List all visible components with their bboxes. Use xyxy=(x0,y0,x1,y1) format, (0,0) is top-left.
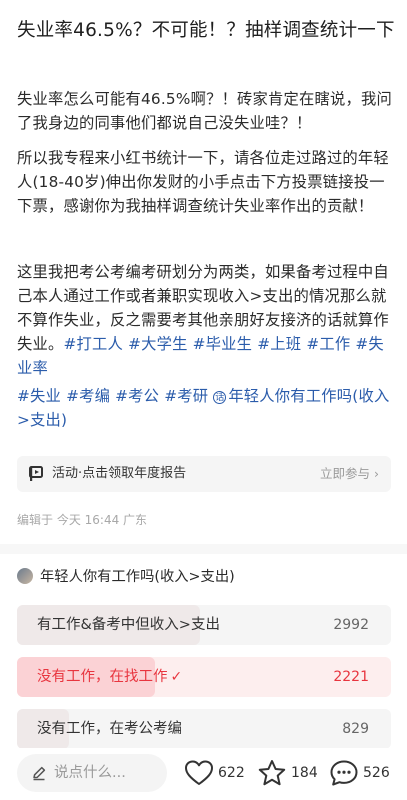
post-title: 失业率46.5%？不可能！？抽样调查统计一下 xyxy=(17,20,395,41)
hashtag-line: #失业 #考编 #考公 #考研 话年轻人你有工作吗(收入>支出) xyxy=(17,384,395,432)
hashtag-a-3[interactable]: #毕业生 xyxy=(193,335,253,353)
bottom-action-bar: 说点什么... 622 184 526 xyxy=(0,748,407,800)
activity-text: 活动·点击领取年度报告 xyxy=(52,466,187,481)
post-paragraph-2: 所以我专程来小红书统计一下，请各位走过路过的年轻人(18-40岁)伸出你发财的小… xyxy=(17,149,389,215)
poll-option-3[interactable]: 没有工作，在考公考编 829 xyxy=(17,709,391,749)
hashtag-b-4[interactable]: #考研 xyxy=(164,387,208,405)
favorite-count: 184 xyxy=(291,765,318,781)
poll-option-2-label: 没有工作，在找工作 xyxy=(37,669,168,685)
hashtag-b-2[interactable]: #考编 xyxy=(66,387,110,405)
hashtag-a-5[interactable]: #工作 xyxy=(306,335,350,353)
hashtag-list-inline: #打工人 #大学生 #毕业生 #上班 #工作 #失业率 xyxy=(17,335,384,377)
poll-option-2-label-wrap: 没有工作，在找工作 ✓ xyxy=(37,657,182,697)
check-icon: ✓ xyxy=(170,669,183,685)
comment-input[interactable]: 说点什么... xyxy=(17,754,167,792)
poll-option-2-count: 2221 xyxy=(333,669,369,685)
poll-option-1[interactable]: 有工作&备考中但收入>支出 2992 xyxy=(17,605,391,645)
like-count: 622 xyxy=(218,765,245,781)
comment-placeholder: 说点什么... xyxy=(54,765,126,781)
post-paragraph-3: 这里我把考公考编考研划分为两类，如果备考过程中自己本人通过工作或者兼职实现收入>… xyxy=(17,260,395,380)
hashtag-b-3[interactable]: #考公 xyxy=(115,387,159,405)
heart-icon xyxy=(185,760,213,785)
poll-avatar xyxy=(17,568,33,584)
hashtag-a-1[interactable]: #打工人 xyxy=(64,335,124,353)
hashtag-list-line2: #失业 #考编 #考公 #考研 xyxy=(17,387,213,405)
poll-title: 年轻人你有工作吗(收入>支出) xyxy=(40,569,235,585)
hashtag-a-2[interactable]: #大学生 xyxy=(128,335,188,353)
comment-count: 526 xyxy=(363,765,390,781)
poll-option-1-label: 有工作&备考中但收入>支出 xyxy=(37,617,220,633)
pen-icon xyxy=(33,766,46,781)
poll-option-2[interactable]: 没有工作，在找工作 ✓ 2221 xyxy=(17,657,391,697)
poll-header: 年轻人你有工作吗(收入>支出) xyxy=(17,567,387,587)
hashtag-b-1[interactable]: #失业 xyxy=(17,387,61,405)
comment-bubble-icon xyxy=(330,760,358,786)
poll-option-3-count: 829 xyxy=(342,721,369,737)
poll-option-3-label: 没有工作，在考公考编 xyxy=(37,721,182,737)
section-divider xyxy=(0,544,407,554)
activity-cta-label: 立即参与 xyxy=(320,466,371,481)
edit-meta: 编辑于 今天 16:44 广东 xyxy=(17,513,148,527)
post-paragraph-1: 失业率怎么可能有46.5%啊？！砖家肯定在瞎说，我问了我身边的同事他们都说自己没… xyxy=(17,90,393,132)
topic-icon: 话 xyxy=(213,391,227,404)
activity-bar[interactable]: 活动·点击领取年度报告 立即参与 › xyxy=(17,456,391,492)
activity-join-button[interactable]: 立即参与 › xyxy=(320,456,379,492)
chevron-right-icon: › xyxy=(374,466,379,481)
star-icon xyxy=(258,760,286,786)
hashtag-a-4[interactable]: #上班 xyxy=(257,335,301,353)
poll-option-1-count: 2992 xyxy=(333,617,369,633)
activity-icon xyxy=(29,466,43,481)
